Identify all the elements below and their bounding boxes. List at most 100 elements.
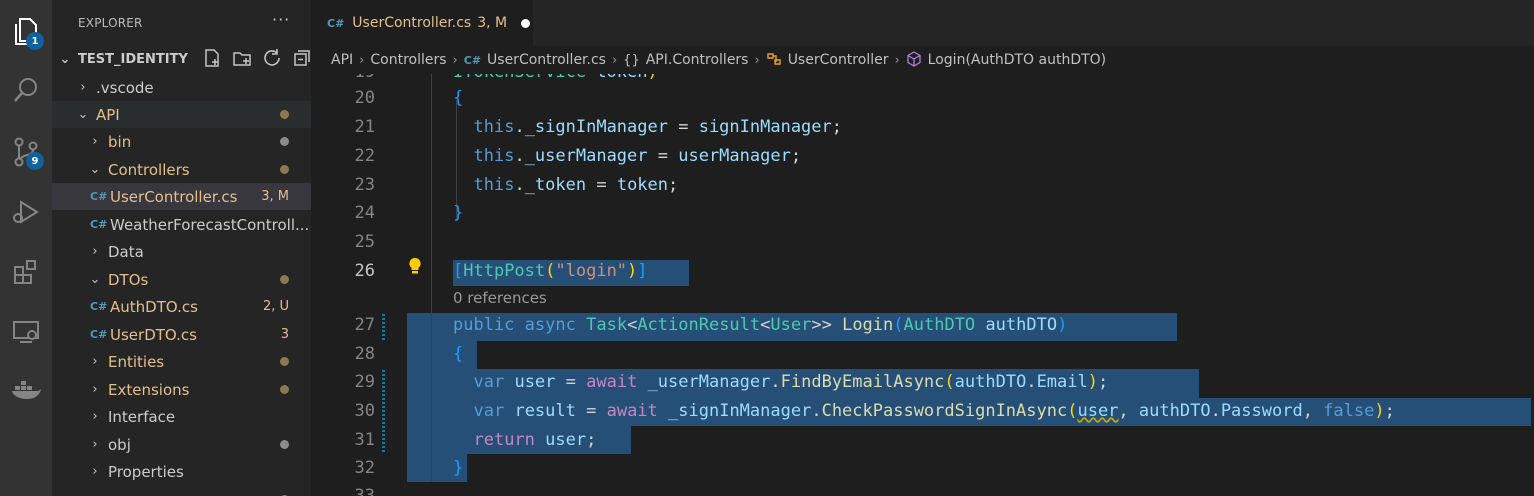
modified-dot [280, 275, 289, 284]
code-line: public async Task<ActionResult<User>> Lo… [453, 315, 1068, 335]
chevron-right-icon: › [92, 244, 98, 259]
modified-dot [280, 357, 289, 366]
tree-item-interface[interactable]: › Interface [52, 403, 311, 430]
tree-item-authdto[interactable]: C# AuthDTO.cs 2, U [52, 293, 311, 320]
file-status: 3 [280, 327, 289, 342]
status-dot [280, 137, 289, 146]
collapse-all-icon[interactable] [292, 48, 311, 68]
code-line: { [453, 344, 464, 364]
line-number: 27 [354, 315, 375, 335]
breadcrumb-method[interactable]: Login(AuthDTO authDTO) [906, 50, 1106, 70]
modified-dot [280, 385, 289, 394]
breadcrumb-namespace[interactable]: {} API.Controllers [623, 52, 748, 68]
source-control-icon[interactable]: 9 [0, 128, 52, 176]
run-debug-icon[interactable] [0, 188, 52, 236]
root-actions [202, 48, 311, 68]
line-number: 26 [354, 261, 375, 281]
line-number: 21 [354, 117, 375, 137]
chevron-right-icon: › [92, 382, 98, 397]
line-number: 30 [354, 401, 375, 421]
scm-badge: 9 [26, 152, 44, 170]
tree-item-entities[interactable]: › Entities [52, 348, 311, 375]
new-file-icon[interactable] [202, 48, 222, 68]
search-icon[interactable] [0, 66, 52, 114]
tree-item-bin[interactable]: › bin [52, 128, 311, 155]
chevron-right-icon: › [894, 52, 900, 68]
line-number: 29 [354, 372, 375, 392]
csharp-file-icon: C# [327, 16, 345, 30]
unsaved-dot-icon[interactable] [521, 18, 531, 28]
line-number: 32 [354, 458, 375, 478]
code-line: ITokenService token) [453, 74, 658, 82]
code-line: { [453, 88, 464, 108]
activity-bar: 1 9 [0, 0, 52, 496]
tree-item-weatherforecastcontroller[interactable]: C# WeatherForecastControll... [52, 211, 311, 238]
code-line: return user; [473, 430, 597, 450]
extensions-icon[interactable] [0, 248, 52, 296]
remote-explorer-icon[interactable] [0, 308, 52, 356]
breadcrumb-item[interactable]: API [331, 52, 353, 68]
chevron-down-icon: ⌄ [77, 107, 89, 122]
line-number: 28 [354, 344, 375, 364]
status-dot [280, 440, 289, 449]
tab-bar: C# UserController.cs 3, M [311, 0, 1534, 46]
csharp-file-icon: C# [90, 328, 108, 341]
lightbulb-icon[interactable] [408, 257, 422, 279]
tree-item-controllers[interactable]: ⌄ Controllers [52, 156, 311, 183]
tree-item-dtos[interactable]: ⌄ DTOs [52, 266, 311, 293]
explorer-sidebar: EXPLORER ··· ⌄ TEST_IDENTITY › .vscode ⌄… [52, 0, 311, 496]
line-number: 19 [311, 74, 375, 82]
more-actions-icon[interactable]: ··· [272, 10, 290, 29]
refresh-icon[interactable] [262, 48, 282, 68]
tree-item-data[interactable]: › Data [52, 238, 311, 265]
modified-dot [280, 110, 289, 119]
code-line: var user = await _userManager.FindByEmai… [473, 372, 1109, 392]
tree-item-vscode[interactable]: › .vscode [52, 74, 311, 101]
chevron-down-icon: ⌄ [59, 52, 71, 67]
class-icon [766, 51, 782, 70]
csharp-file-icon: C# [90, 218, 108, 231]
code-editor[interactable]: 19 20 21 22 23 24 25 26 27 28 29 30 31 3… [311, 74, 1534, 496]
code-line: } [453, 203, 464, 223]
gutter-change-marker [382, 314, 385, 342]
breadcrumb-class[interactable]: UserController [766, 51, 888, 70]
docker-icon[interactable] [0, 366, 52, 414]
chevron-right-icon: › [88, 492, 102, 496]
tab-status: 3, M [477, 15, 508, 31]
tree-item-properties[interactable]: › Properties [52, 458, 311, 485]
chevron-right-icon: › [92, 437, 98, 452]
line-number: 20 [354, 88, 375, 108]
chevron-right-icon: › [92, 354, 98, 369]
tree-item-obj[interactable]: › obj [52, 431, 311, 458]
line-number: 24 [354, 203, 375, 223]
chevron-right-icon: › [92, 464, 98, 479]
chevron-right-icon: › [80, 80, 86, 95]
file-status: 3, M [261, 189, 289, 204]
line-number: 22 [354, 146, 375, 166]
tab-usercontroller[interactable]: C# UserController.cs 3, M [311, 0, 533, 46]
tree-item-api[interactable]: ⌄ API [52, 101, 311, 128]
tree-item-partial[interactable]: › [52, 486, 311, 496]
breadcrumb-file[interactable]: C# UserController.cs [464, 52, 606, 68]
workspace-root-label: TEST_IDENTITY [78, 52, 188, 67]
tab-title: UserController.cs [352, 15, 472, 31]
indent-guide [431, 74, 432, 482]
line-number: 23 [354, 175, 375, 195]
breadcrumb-item[interactable]: Controllers [370, 52, 446, 68]
namespace-icon: {} [623, 52, 640, 68]
line-number: 33 [354, 486, 375, 496]
code-line: var result = await _signInManager.CheckP… [473, 401, 1395, 421]
new-folder-icon[interactable] [232, 48, 252, 68]
line-number: 25 [354, 232, 375, 252]
tree-item-userdto[interactable]: C# UserDTO.cs 3 [52, 321, 311, 348]
codelens-references[interactable]: 0 references [453, 289, 547, 307]
code-line: } [453, 458, 464, 478]
explorer-icon[interactable]: 1 [0, 8, 52, 56]
tree-item-usercontroller[interactable]: C# UserController.cs 3, M [52, 183, 311, 210]
csharp-file-icon: C# [90, 300, 108, 313]
line-number: 31 [354, 430, 375, 450]
chevron-right-icon: › [611, 52, 618, 68]
tree-item-extensions[interactable]: › Extensions [52, 376, 311, 403]
selection-highlight [407, 341, 477, 369]
code-line: this._token = token; [473, 175, 679, 195]
